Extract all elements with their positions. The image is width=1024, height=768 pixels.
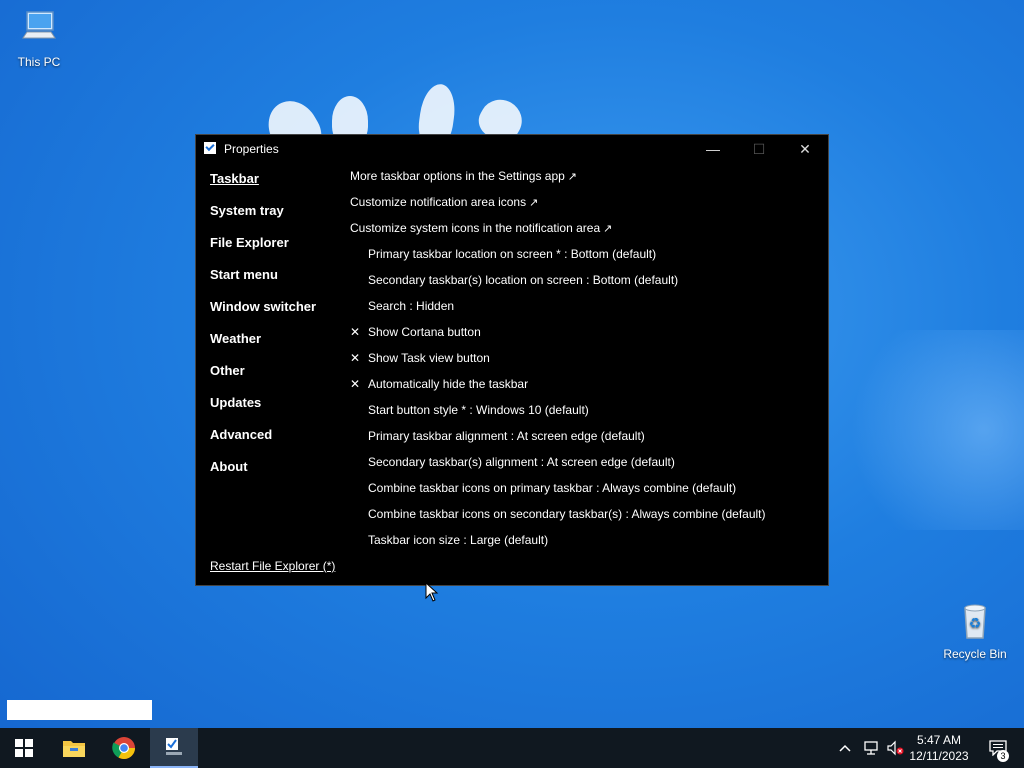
clock-date: 12/11/2023 <box>909 749 969 763</box>
option-secondary-taskbar-location[interactable]: Secondary taskbar(s) location on screen … <box>350 273 818 299</box>
option-search[interactable]: Search : Hidden <box>350 299 818 325</box>
option-secondary-alignment[interactable]: Secondary taskbar(s) alignment : At scre… <box>350 455 818 481</box>
taskbar-chrome[interactable] <box>100 728 148 768</box>
desktop-icon-label: This PC <box>17 55 61 69</box>
tray-network[interactable] <box>862 728 880 768</box>
action-center-button[interactable]: 3 <box>978 728 1018 768</box>
option-primary-taskbar-location[interactable]: Primary taskbar location on screen * : B… <box>350 247 818 273</box>
recycle-bin-icon: ♻ <box>964 604 986 639</box>
wallpaper-glow <box>824 330 1024 530</box>
sidebar-item-about[interactable]: About <box>210 459 350 491</box>
sidebar-item-file-explorer[interactable]: File Explorer <box>210 235 350 267</box>
desktop-icon-recycle-bin[interactable]: ♻ Recycle Bin <box>940 600 1010 661</box>
notification-icons-link[interactable]: Customize notification area icons ↗ <box>350 195 818 221</box>
volume-muted-icon <box>887 740 904 756</box>
sidebar-item-weather[interactable]: Weather <box>210 331 350 363</box>
close-button[interactable]: ✕ <box>782 135 828 163</box>
title-bar[interactable]: Properties — ☐ ✕ <box>196 135 828 163</box>
settings-list: More taskbar options in the Settings app… <box>350 169 818 559</box>
sidebar-nav: Taskbar System tray File Explorer Start … <box>210 171 350 491</box>
properties-window: Properties — ☐ ✕ Taskbar System tray Fil… <box>195 134 829 586</box>
option-show-task-view[interactable]: ✕ Show Task view button <box>350 351 818 377</box>
desktop-icon-label: Recycle Bin <box>943 647 1007 661</box>
sidebar-item-start-menu[interactable]: Start menu <box>210 267 350 299</box>
app-checkbox-icon <box>204 142 216 154</box>
start-button[interactable] <box>0 728 48 768</box>
window-title: Properties <box>224 142 279 156</box>
computer-icon <box>22 11 56 39</box>
option-show-cortana[interactable]: ✕ Show Cortana button <box>350 325 818 351</box>
x-mark-icon: ✕ <box>350 351 361 365</box>
external-link-icon: ↗ <box>567 171 578 183</box>
taskbar: 5:47 AM 12/11/2023 3 <box>0 728 1024 768</box>
clock-time: 5:47 AM <box>916 733 962 747</box>
option-start-button-style[interactable]: Start button style * : Windows 10 (defau… <box>350 403 818 429</box>
chevron-up-icon <box>839 744 851 752</box>
option-combine-primary[interactable]: Combine taskbar icons on primary taskbar… <box>350 481 818 507</box>
sidebar-item-updates[interactable]: Updates <box>210 395 350 427</box>
external-link-icon: ↗ <box>529 197 539 209</box>
option-auto-hide-taskbar[interactable]: ✕ Automatically hide the taskbar <box>350 377 818 403</box>
x-mark-icon: ✕ <box>350 325 361 339</box>
blank-popup <box>7 700 152 720</box>
chrome-icon <box>112 737 135 759</box>
tray-volume[interactable] <box>886 728 904 768</box>
sidebar-item-taskbar[interactable]: Taskbar <box>210 171 350 203</box>
settings-app-link[interactable]: More taskbar options in the Settings app… <box>350 169 818 195</box>
tray-show-hidden-icons[interactable] <box>838 728 852 768</box>
sidebar-item-other[interactable]: Other <box>210 363 350 395</box>
sidebar-item-window-switcher[interactable]: Window switcher <box>210 299 350 331</box>
network-icon <box>864 741 878 755</box>
mouse-cursor-icon <box>425 582 439 602</box>
desktop-icon-this-pc[interactable]: This PC <box>4 8 74 69</box>
restart-file-explorer-link[interactable]: Restart File Explorer (*) <box>210 559 335 573</box>
option-combine-secondary[interactable]: Combine taskbar icons on secondary taskb… <box>350 507 818 533</box>
minimize-button[interactable]: — <box>690 135 736 163</box>
windows-logo-icon <box>15 739 33 757</box>
maximize-button[interactable]: ☐ <box>736 135 782 163</box>
sidebar-item-system-tray[interactable]: System tray <box>210 203 350 235</box>
external-link-icon: ↗ <box>603 223 613 235</box>
notification-count-badge: 3 <box>997 750 1009 762</box>
clock[interactable]: 5:47 AM 12/11/2023 <box>904 732 974 764</box>
sidebar-item-advanced[interactable]: Advanced <box>210 427 350 459</box>
system-icons-link[interactable]: Customize system icons in the notificati… <box>350 221 818 247</box>
svg-text:♻: ♻ <box>969 616 982 632</box>
option-primary-alignment[interactable]: Primary taskbar alignment : At screen ed… <box>350 429 818 455</box>
taskbar-properties-app[interactable] <box>150 728 198 768</box>
folder-icon <box>63 741 85 757</box>
properties-app-icon <box>166 738 182 755</box>
option-icon-size[interactable]: Taskbar icon size : Large (default) <box>350 533 818 559</box>
x-mark-icon: ✕ <box>350 377 361 391</box>
taskbar-file-explorer[interactable] <box>50 728 98 768</box>
